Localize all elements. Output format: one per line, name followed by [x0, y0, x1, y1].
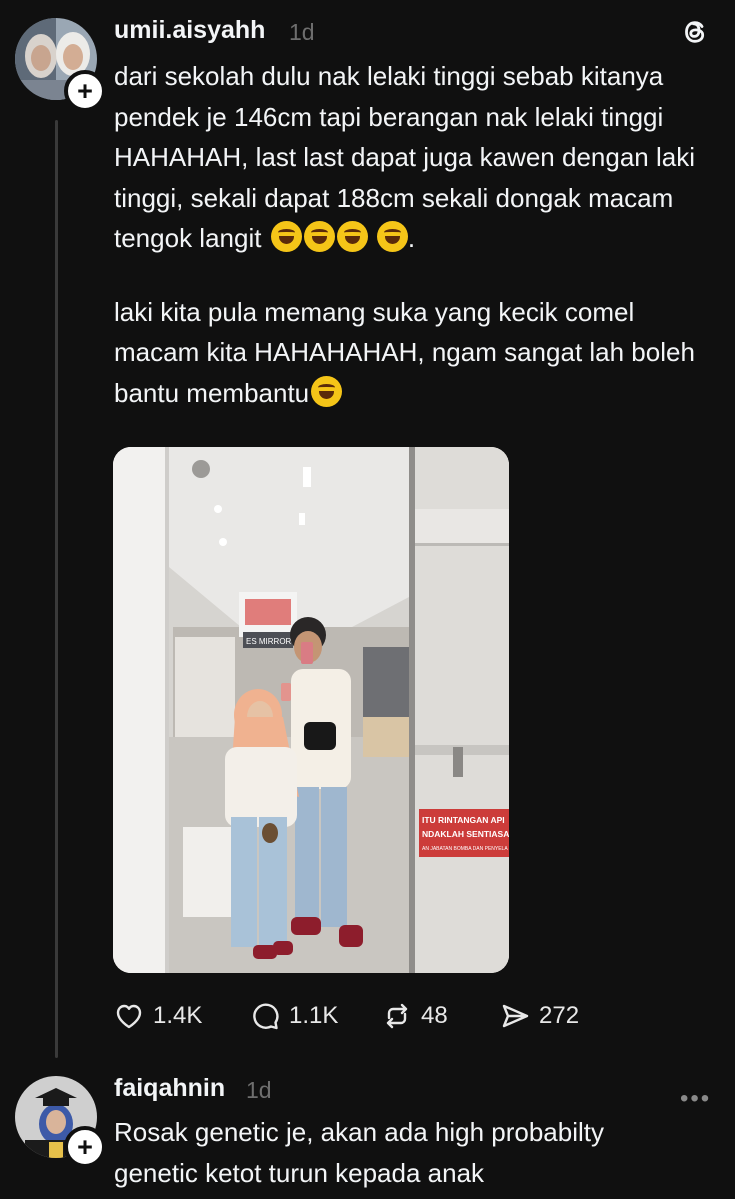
repost-icon [386, 1003, 408, 1029]
post-paragraph-2: laki kita pula memang suka yang kecik co… [114, 296, 695, 408]
photo-sign-line-3: AN JABATAN BOMBA DAN PENYELA [422, 846, 508, 852]
post-paragraph-1: dari sekolah dulu nak lelaki tinggi seba… [114, 61, 695, 253]
rofl-emoji-icon [303, 221, 335, 252]
post-time: 1d [289, 19, 315, 45]
laughing-emoji-icon [311, 375, 343, 407]
threads-logo-icon[interactable] [678, 15, 712, 49]
repost-count: 48 [421, 1002, 448, 1029]
reply-button[interactable]: 1.1K [249, 1000, 338, 1032]
post-body: dari sekolah dulu nak lelaki tinggi seba… [114, 56, 714, 413]
reply-username[interactable]: faiqahnin [114, 1074, 225, 1103]
reply-body: Rosak genetic je, akan ada high probabil… [114, 1112, 714, 1193]
like-count: 1.4K [153, 1002, 203, 1029]
photo-sign-line-2: NDAKLAH SENTIASA [422, 829, 509, 839]
thread-line [55, 120, 58, 1058]
post-photo[interactable]: ES MIRROR ITU RINTANGAN API NDAKLAH SENT… [113, 447, 509, 973]
rofl-emoji-icon [376, 221, 408, 252]
photo-store-sign: ES MIRROR [246, 637, 292, 646]
share-count: 272 [539, 1002, 580, 1029]
follow-plus-button[interactable]: + [64, 70, 106, 112]
rofl-emoji-icon [336, 221, 368, 252]
send-icon [502, 1004, 529, 1028]
post-username[interactable]: umii.aisyahh [114, 16, 265, 45]
post-paragraph-1-end: . [407, 223, 416, 253]
heart-icon [116, 1004, 142, 1029]
reply-text-line-1: Rosak genetic je, akan ada high probabil… [114, 1117, 604, 1147]
reply-time: 1d [246, 1077, 272, 1103]
reply-count: 1.1K [289, 1002, 339, 1029]
share-button[interactable]: 272 [499, 1000, 579, 1032]
follow-plus-button[interactable]: + [64, 1126, 106, 1168]
photo-sign-line-1: ITU RINTANGAN API [422, 815, 505, 825]
comment-icon [253, 1003, 279, 1030]
like-button[interactable]: 1.4K [113, 1000, 202, 1032]
rofl-emoji-icon [270, 221, 302, 252]
more-icon[interactable]: ••• [680, 1085, 711, 1113]
repost-button[interactable]: 48 [381, 1000, 448, 1032]
reply-text-line-2: genetic ketot turun kepada anak [114, 1157, 485, 1188]
